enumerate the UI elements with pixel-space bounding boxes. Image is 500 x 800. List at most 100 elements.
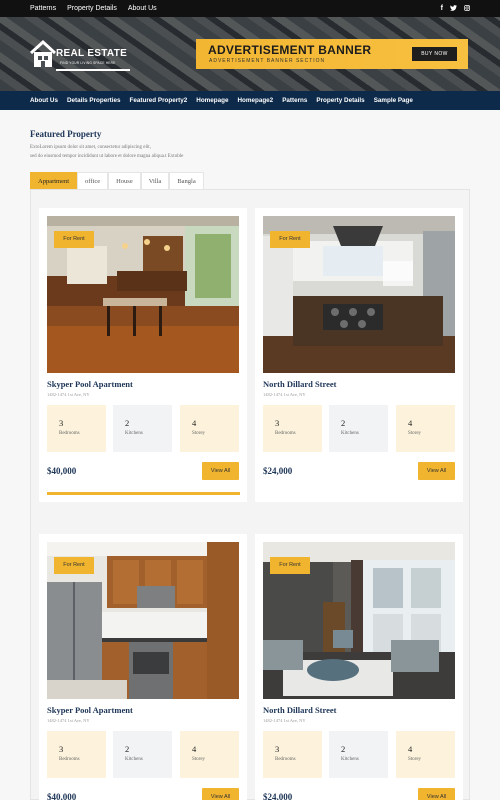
tab-office[interactable]: office <box>77 172 109 189</box>
storey-stat: 4 Storey <box>180 731 239 778</box>
main-nav: About Us Details Properties Featured Pro… <box>0 91 500 110</box>
property-type-tabs: Appartment office House Villa Bangla <box>30 172 204 189</box>
bedrooms-label: Bedrooms <box>275 757 296 762</box>
nav-item-homepage[interactable]: Homepage <box>196 97 228 104</box>
bedrooms-count: 3 <box>275 744 280 754</box>
ad-subtitle: ADVERTISEMENT BANNER SECTION <box>209 58 326 64</box>
nav-item-about-us[interactable]: About Us <box>30 97 58 104</box>
top-link-property-details[interactable]: Property Details <box>67 5 117 12</box>
storey-count: 4 <box>192 418 197 428</box>
bedrooms-stat: 3 Bedrooms <box>47 731 106 778</box>
nav-item-sample-page[interactable]: Sample Page <box>374 97 413 104</box>
site-logo[interactable]: REAL ESTATE FIND YOUR LIVING SPACE HERE <box>30 35 130 73</box>
kitchens-stat: 2 Kitchens <box>329 405 388 452</box>
top-link-patterns[interactable]: Patterns <box>30 5 56 12</box>
storey-stat: 4 Storey <box>396 731 455 778</box>
storey-count: 4 <box>192 744 197 754</box>
bedrooms-label: Bedrooms <box>59 431 80 436</box>
logo-underline <box>56 69 130 71</box>
active-card-indicator <box>47 492 240 495</box>
facebook-icon[interactable]: f <box>441 5 443 13</box>
storey-count: 4 <box>408 418 413 428</box>
kitchens-count: 2 <box>125 418 130 428</box>
kitchens-count: 2 <box>125 744 130 754</box>
storey-label: Storey <box>408 757 422 762</box>
property-price: $24,000 <box>263 466 293 476</box>
property-title[interactable]: Skyper Pool Apartment <box>47 705 133 715</box>
property-photo-living-room[interactable]: For Rent <box>263 542 455 699</box>
view-all-button[interactable]: View All <box>202 462 239 480</box>
twitter-icon[interactable] <box>450 4 457 13</box>
top-link-about-us[interactable]: About Us <box>128 5 157 12</box>
top-bar: Patterns Property Details About Us f <box>0 0 500 17</box>
property-card: For Rent Skyper Pool Apartment 1482-1474… <box>39 534 247 800</box>
kitchens-count: 2 <box>341 418 346 428</box>
storey-count: 4 <box>408 744 413 754</box>
nav-item-patterns[interactable]: Patterns <box>282 97 307 104</box>
logo-name: REAL ESTATE <box>56 48 128 59</box>
property-photo-kitchen-cabinets[interactable]: For Rent <box>47 542 239 699</box>
advertisement-banner[interactable]: ADVERTISEMENT BANNER ADVERTISEMENT BANNE… <box>196 39 468 69</box>
bedrooms-stat: 3 Bedrooms <box>263 731 322 778</box>
ad-title: ADVERTISEMENT BANNER <box>208 43 372 57</box>
instagram-icon[interactable] <box>464 4 470 13</box>
property-card: For Rent North Dillard Street 1482-1474 … <box>255 208 463 502</box>
tab-appartment[interactable]: Appartment <box>30 172 78 189</box>
kitchens-label: Kitchens <box>341 431 359 436</box>
property-grid-panel: For Rent Skyper Pool Apartment 1482-1474… <box>30 189 470 800</box>
kitchens-stat: 2 Kitchens <box>329 731 388 778</box>
section-desc-line-1: ExtoLorem ipsum dolor sit amet, consecte… <box>30 145 151 150</box>
for-rent-badge: For Rent <box>270 231 310 248</box>
header-hero: REAL ESTATE FIND YOUR LIVING SPACE HERE … <box>0 17 500 91</box>
property-card: For Rent North Dillard Street 1482-1474 … <box>255 534 463 800</box>
bedrooms-count: 3 <box>275 418 280 428</box>
storey-stat: 4 Storey <box>396 405 455 452</box>
property-price: $40,000 <box>47 466 77 476</box>
property-photo-kitchen-wood[interactable]: For Rent <box>47 216 239 373</box>
property-price: $40,000 <box>47 792 77 800</box>
property-address: 1482-1474 1st Ave, NY <box>263 392 306 397</box>
storey-label: Storey <box>192 431 206 436</box>
nav-item-featured-property2[interactable]: Featured Property2 <box>130 97 188 104</box>
view-all-button[interactable]: View All <box>418 788 455 800</box>
for-rent-badge: For Rent <box>54 557 94 574</box>
nav-item-homepage2[interactable]: Homepage2 <box>237 97 273 104</box>
section-title: Featured Property <box>30 129 102 139</box>
storey-label: Storey <box>408 431 422 436</box>
bedrooms-label: Bedrooms <box>59 757 80 762</box>
tab-house[interactable]: House <box>108 172 141 189</box>
view-all-button[interactable]: View All <box>418 462 455 480</box>
property-price: $24,000 <box>263 792 293 800</box>
property-title[interactable]: Skyper Pool Apartment <box>47 379 133 389</box>
for-rent-badge: For Rent <box>54 231 94 248</box>
property-photo-kitchen-island[interactable]: For Rent <box>263 216 455 373</box>
tab-villa[interactable]: Villa <box>140 172 170 189</box>
bedrooms-label: Bedrooms <box>275 431 296 436</box>
section-desc-line-2: sed do eiusmod tempor incididunt ut labo… <box>30 153 184 159</box>
property-card: For Rent Skyper Pool Apartment 1482-1474… <box>39 208 247 502</box>
buy-now-button[interactable]: BUY NOW <box>412 47 457 61</box>
kitchens-count: 2 <box>341 744 346 754</box>
storey-label: Storey <box>192 757 206 762</box>
kitchens-stat: 2 Kitchens <box>113 731 172 778</box>
property-address: 1482-1474 1st Ave, NY <box>263 718 306 723</box>
top-links: Patterns Property Details About Us <box>30 5 157 12</box>
storey-stat: 4 Storey <box>180 405 239 452</box>
property-title[interactable]: North Dillard Street <box>263 705 337 715</box>
section-description: ExtoLorem ipsum dolor sit amet, consecte… <box>30 144 250 161</box>
property-address: 1482-1474 1st Ave, NY <box>47 392 90 397</box>
house-logo-icon <box>30 39 56 67</box>
kitchens-label: Kitchens <box>125 431 143 436</box>
kitchens-stat: 2 Kitchens <box>113 405 172 452</box>
nav-item-property-details[interactable]: Property Details <box>316 97 364 104</box>
bedrooms-stat: 3 Bedrooms <box>47 405 106 452</box>
nav-item-details-properties[interactable]: Details Properties <box>67 97 121 104</box>
property-title[interactable]: North Dillard Street <box>263 379 337 389</box>
property-address: 1482-1474 1st Ave, NY <box>47 718 90 723</box>
social-icons: f <box>441 5 470 13</box>
for-rent-badge: For Rent <box>270 557 310 574</box>
bedrooms-count: 3 <box>59 744 64 754</box>
tab-bangla[interactable]: Bangla <box>169 172 204 189</box>
bedrooms-count: 3 <box>59 418 64 428</box>
view-all-button[interactable]: View All <box>202 788 239 800</box>
